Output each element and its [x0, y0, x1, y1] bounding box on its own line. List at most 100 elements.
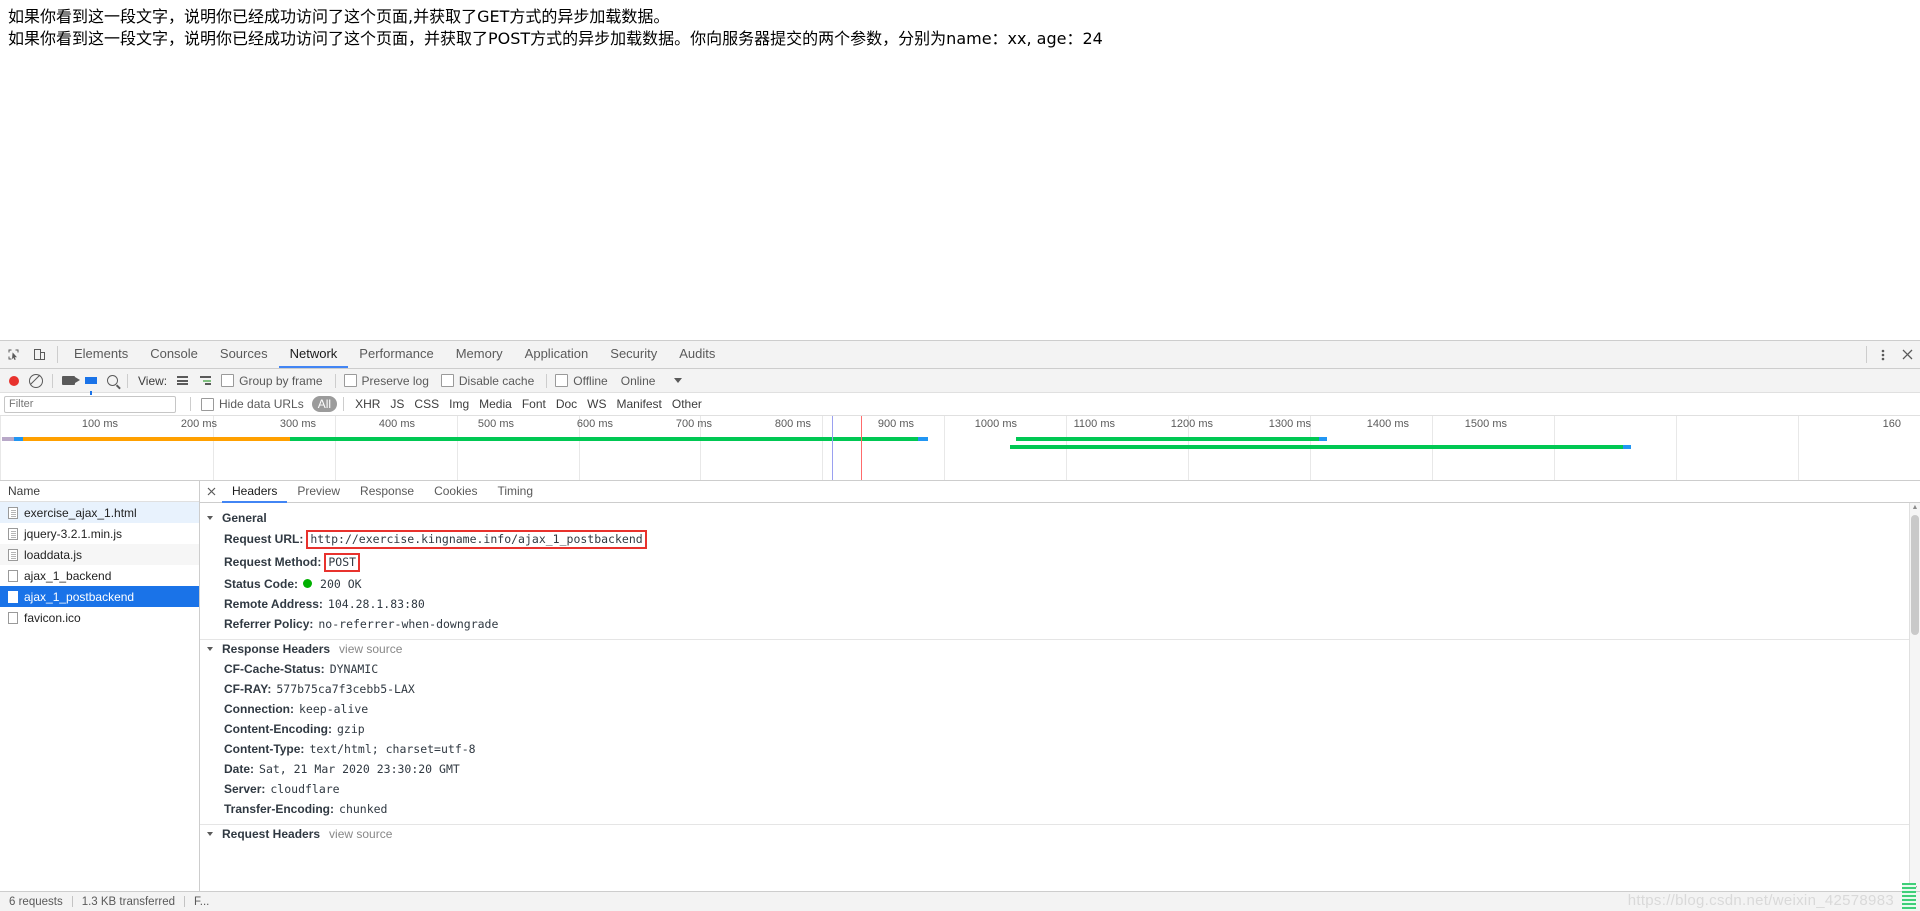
request-row-jquery[interactable]: jquery-3.2.1.min.js [0, 523, 199, 544]
request-detail-panel: Headers Preview Response Cookies Timing … [200, 481, 1920, 894]
tab-memory[interactable]: Memory [445, 341, 514, 368]
header-row-date: Date: Sat, 21 Mar 2020 23:30:20 GMT [200, 759, 1920, 779]
tab-security[interactable]: Security [599, 341, 668, 368]
tabstrip-spacer [726, 341, 1861, 368]
header-row-remote-address: Remote Address: 104.28.1.83:80 [200, 594, 1920, 614]
filter-type-manifest[interactable]: Manifest [612, 397, 667, 411]
record-button[interactable] [4, 369, 24, 392]
disable-cache-label: Disable cache [458, 373, 535, 388]
header-row-request-method: Request Method: POST [200, 551, 1920, 574]
inspect-element-icon[interactable] [0, 341, 26, 368]
header-value: cloudflare [270, 782, 340, 796]
preserve-log-label: Preserve log [361, 373, 429, 388]
filter-type-css[interactable]: CSS [409, 397, 444, 411]
request-row-exercise-ajax-1-html[interactable]: exercise_ajax_1.html [0, 502, 199, 523]
timeline-gridline [1798, 416, 1799, 480]
detail-tab-headers[interactable]: Headers [222, 480, 288, 503]
header-key: Content-Type: [224, 742, 305, 756]
detail-scrollbar[interactable]: ▲ ▼ [1909, 503, 1920, 894]
filter-toggle-button[interactable] [80, 369, 102, 395]
timeline-tick-label: 1500 ms [1464, 418, 1507, 430]
view-list-icon[interactable] [171, 376, 194, 385]
funnel-icon [85, 377, 97, 395]
view-source-link[interactable]: view source [329, 827, 392, 841]
header-row-content-encoding: Content-Encoding: gzip [200, 719, 1920, 739]
clear-button[interactable] [24, 369, 48, 392]
more-options-icon[interactable] [1872, 341, 1894, 368]
document-icon [8, 506, 18, 519]
throttling-dropdown-arrow[interactable] [669, 369, 687, 392]
timeline-tick-label: 500 ms [477, 418, 514, 430]
tab-sources[interactable]: Sources [209, 341, 279, 368]
toolbar-divider-2 [127, 373, 128, 388]
request-row-ajax-1-postbackend[interactable]: ajax_1_postbackend [0, 586, 199, 607]
status-ok-icon [303, 579, 313, 588]
tab-audits[interactable]: Audits [668, 341, 726, 368]
timeline-tick-label: 400 ms [378, 418, 415, 430]
detail-tab-response[interactable]: Response [350, 480, 424, 503]
capture-screenshots-button[interactable] [57, 369, 80, 392]
filter-input[interactable] [4, 395, 176, 413]
close-detail-icon[interactable] [200, 487, 222, 496]
detail-tab-cookies[interactable]: Cookies [424, 480, 487, 503]
filter-type-font[interactable]: Font [517, 397, 551, 411]
throttling-select[interactable]: Online [616, 369, 670, 392]
timeline-tick-label: 200 ms [180, 418, 217, 430]
request-list-column-header[interactable]: Name [0, 481, 199, 502]
overview-bar-segment [1016, 437, 1319, 441]
general-section-header[interactable]: General [200, 509, 1920, 528]
group-by-frame-checkbox[interactable]: Group by frame [217, 374, 330, 388]
tab-network[interactable]: Network [278, 341, 349, 368]
clear-icon [29, 373, 43, 388]
filter-type-ws[interactable]: WS [582, 397, 611, 411]
scrollbar-thumb[interactable] [1911, 515, 1919, 635]
search-button[interactable] [102, 369, 123, 392]
request-row-favicon[interactable]: favicon.ico [0, 607, 199, 628]
overview-bar-segment [1623, 445, 1631, 449]
tab-console[interactable]: Console [139, 341, 209, 368]
header-row-connection: Connection: keep-alive [200, 699, 1920, 719]
filter-type-js[interactable]: JS [385, 397, 409, 411]
filter-type-media[interactable]: Media [474, 397, 517, 411]
filter-type-img[interactable]: Img [444, 397, 474, 411]
header-key: Connection: [224, 702, 294, 716]
scroll-up-icon[interactable]: ▲ [1911, 504, 1919, 512]
filterbar-divider-1 [190, 397, 191, 411]
tab-application[interactable]: Application [514, 341, 600, 368]
detail-tab-preview[interactable]: Preview [287, 480, 350, 503]
tab-performance[interactable]: Performance [348, 341, 444, 368]
filter-type-xhr[interactable]: XHR [350, 397, 385, 411]
preserve-log-checkbox[interactable]: Preserve log [340, 374, 437, 388]
tab-elements[interactable]: Elements [63, 341, 139, 368]
view-source-link[interactable]: view source [339, 642, 402, 656]
detail-tab-timing[interactable]: Timing [487, 480, 543, 503]
offline-label: Offline [573, 373, 608, 388]
view-waterfall-icon[interactable] [194, 376, 217, 385]
chevron-down-icon [207, 647, 213, 651]
filter-type-all[interactable]: All [311, 396, 338, 412]
filter-type-doc[interactable]: Doc [551, 397, 582, 411]
filter-type-other[interactable]: Other [667, 397, 707, 411]
offline-checkbox[interactable]: Offline [551, 374, 615, 388]
hide-data-urls-checkbox[interactable]: Hide data URLs [201, 397, 312, 411]
header-value: chunked [339, 802, 388, 816]
network-overview-timeline[interactable]: 100 ms 200 ms 300 ms 400 ms 500 ms 600 m… [0, 416, 1920, 481]
header-row-request-url: Request URL: http://exercise.kingname.in… [200, 528, 1920, 551]
toggle-device-toolbar-icon[interactable] [26, 341, 52, 368]
disable-cache-checkbox[interactable]: Disable cache [437, 374, 542, 388]
timeline-tick-label: 800 ms [774, 418, 811, 430]
timeline-tick-label: 1400 ms [1366, 418, 1409, 430]
timeline-gridline [335, 416, 336, 480]
overview-bar-segment [918, 437, 928, 441]
close-devtools-icon[interactable] [1894, 341, 1920, 368]
record-icon [9, 375, 19, 386]
header-key: Request Method: [224, 555, 322, 569]
request-name: favicon.ico [24, 610, 81, 625]
header-row-server: Server: cloudflare [200, 779, 1920, 799]
request-row-ajax-1-backend[interactable]: ajax_1_backend [0, 565, 199, 586]
timeline-gridline [0, 416, 1, 480]
request-row-loaddata[interactable]: loaddata.js [0, 544, 199, 565]
group-by-frame-label: Group by frame [239, 373, 323, 388]
response-headers-section-header[interactable]: Response Headers view source [200, 640, 1920, 659]
request-headers-section-header[interactable]: Request Headers view source [200, 825, 1920, 844]
